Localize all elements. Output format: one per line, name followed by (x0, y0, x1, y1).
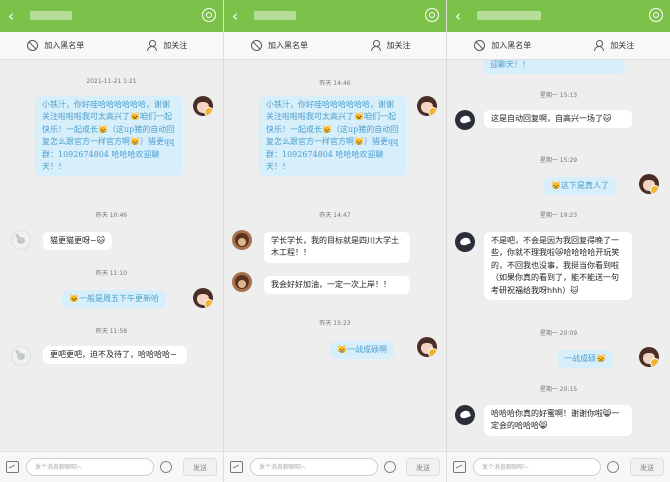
image-icon[interactable] (453, 461, 466, 473)
smile-icon[interactable] (384, 461, 396, 473)
message-bubble-outgoing: 🐱一般是周五下午更新哈 (62, 290, 166, 309)
follow-label: 加关注 (386, 41, 411, 50)
follow-button[interactable]: 加关注 (112, 40, 224, 51)
input-bar: 发个消息聊聊呗~ 发送 (447, 451, 670, 482)
message-bubble-outgoing-partial: 迎聊天！！ (483, 60, 625, 75)
timestamp: 昨天 15:23 (319, 320, 351, 327)
back-arrow-icon[interactable]: ‹ (232, 6, 238, 26)
blacklist-button[interactable]: 加入黑名单 (224, 40, 335, 51)
message-bubble-incoming: 学长学长，我的目标就是四川大学土木工程！！ (264, 232, 410, 263)
chat-screen-2: ‹ 加入黑名单 加关注 昨天 14:46 小铁汁，你好哇哈哈哈哈哈哈，谢谢关注啦… (223, 0, 446, 482)
timestamp: 星期一 15:29 (539, 157, 578, 164)
send-button[interactable]: 发送 (406, 458, 440, 476)
message-bubble-incoming: 更吧更吧，迫不及待了，哈哈哈哈~ (43, 346, 187, 365)
avatar-other[interactable] (455, 110, 475, 130)
chat-title-blurred (254, 11, 296, 20)
message-bubble-outgoing: 一战成硕😸 (557, 350, 613, 369)
chat-screen-1: ‹ 加入黑名单 加关注 2021-11-21 1:21 小铁汁，你好哇哈哈哈哈哈… (0, 0, 223, 482)
timestamp: 昨天 10:46 (95, 212, 128, 219)
gear-icon[interactable] (425, 8, 439, 22)
message-input[interactable]: 发个消息聊聊呗~ (250, 458, 378, 476)
avatar-self[interactable] (193, 96, 213, 116)
avatar-other[interactable] (455, 232, 475, 252)
message-bubble-outgoing: 😸这下是真人了 (544, 177, 616, 196)
avatar-self[interactable] (417, 337, 437, 357)
image-icon[interactable] (6, 461, 19, 473)
blacklist-label: 加入黑名单 (491, 41, 532, 50)
avatar-other[interactable] (11, 230, 31, 250)
add-user-icon (147, 40, 158, 51)
message-bubble-incoming: 猫更猫更呀~🐱 (43, 232, 113, 251)
chat-title-blurred (30, 11, 72, 20)
timestamp: 2021-11-21 1:21 (86, 78, 137, 85)
avatar-self[interactable] (639, 174, 659, 194)
message-bubble-outgoing: 😸一战成硕啊 (330, 341, 394, 360)
smile-icon[interactable] (160, 461, 172, 473)
timestamp: 星期一 20:09 (539, 330, 578, 337)
timestamp: 星期一 20:15 (539, 386, 578, 393)
back-arrow-icon[interactable]: ‹ (455, 6, 461, 26)
message-bubble-incoming: 这是自动回复啊，自高兴一场了🐱 (484, 110, 632, 129)
input-bar: 发个消息聊聊呗~ 发送 (0, 451, 223, 482)
smile-icon[interactable] (607, 461, 619, 473)
follow-button[interactable]: 加关注 (559, 40, 670, 51)
action-bar: 加入黑名单 加关注 (0, 32, 223, 60)
chat-screen-3: ‹ 加入黑名单 加关注 迎聊天！！ 星期一 15:13 这是自动回复啊，自高兴一… (446, 0, 670, 482)
timestamp: 昨天 14:47 (319, 212, 351, 219)
blacklist-button[interactable]: 加入黑名单 (447, 40, 559, 51)
blacklist-button[interactable]: 加入黑名单 (0, 40, 112, 51)
message-bubble-incoming: 我会好好加油，一定一次上岸！！ (264, 276, 410, 295)
blacklist-label: 加入黑名单 (44, 41, 85, 50)
ban-icon (27, 40, 39, 51)
timestamp: 星期一 15:13 (539, 92, 578, 99)
timestamp: 昨天 11:10 (95, 270, 128, 277)
avatar-self[interactable] (193, 288, 213, 308)
message-bubble-outgoing: 小铁汁，你好哇哈哈哈哈哈哈，谢谢关注啦啦啦我可太高兴了🐱咱们一起快乐！一起成长😸… (35, 96, 183, 177)
avatar-other[interactable] (455, 405, 475, 425)
header-bar: ‹ (447, 0, 670, 32)
timestamp: 昨天 14:46 (319, 80, 351, 87)
message-bubble-incoming: 哈哈哈你真的好蜜啊！谢谢你啦😸一定会的哈哈哈😸 (484, 405, 632, 436)
follow-button[interactable]: 加关注 (335, 40, 446, 51)
follow-label: 加关注 (163, 41, 188, 50)
image-icon[interactable] (230, 461, 243, 473)
header-bar: ‹ (224, 0, 446, 32)
message-bubble-incoming: 不是吧，不会是因为我回复得晚了一些，你就不理我啦😿哈哈哈哈开玩笑的，不回我也没事… (484, 232, 632, 301)
gear-icon[interactable] (649, 8, 663, 22)
ban-icon (474, 40, 486, 51)
ban-icon (251, 40, 262, 51)
message-input[interactable]: 发个消息聊聊呗~ (26, 458, 154, 476)
header-bar: ‹ (0, 0, 223, 32)
blacklist-label: 加入黑名单 (268, 41, 308, 50)
follow-label: 加关注 (610, 41, 635, 50)
chat-title-blurred (477, 11, 541, 20)
action-bar: 加入黑名单 加关注 (447, 32, 670, 60)
message-input[interactable]: 发个消息聊聊呗~ (473, 458, 601, 476)
timestamp: 星期一 19:23 (539, 212, 578, 219)
avatar-other[interactable] (11, 346, 31, 366)
add-user-icon (370, 40, 381, 51)
message-bubble-outgoing: 小铁汁，你好哇哈哈哈哈哈哈，谢谢关注啦啦啦我可太高兴了🐱咱们一起快乐！一起成长😸… (259, 96, 407, 177)
avatar-self[interactable] (417, 96, 437, 116)
send-button[interactable]: 发送 (630, 458, 664, 476)
timestamp: 昨天 11:58 (95, 328, 128, 335)
avatar-self[interactable] (639, 347, 659, 367)
back-arrow-icon[interactable]: ‹ (8, 6, 14, 26)
message-list[interactable]: 迎聊天！！ 星期一 15:13 这是自动回复啊，自高兴一场了🐱 星期一 15:2… (447, 60, 670, 452)
message-list[interactable]: 2021-11-21 1:21 小铁汁，你好哇哈哈哈哈哈哈，谢谢关注啦啦啦我可太… (0, 60, 223, 452)
message-list[interactable]: 昨天 14:46 小铁汁，你好哇哈哈哈哈哈哈，谢谢关注啦啦啦我可太高兴了🐱咱们一… (224, 60, 446, 452)
avatar-other[interactable] (232, 272, 252, 292)
add-user-icon (594, 40, 605, 51)
input-bar: 发个消息聊聊呗~ 发送 (224, 451, 446, 482)
send-button[interactable]: 发送 (183, 458, 217, 476)
action-bar: 加入黑名单 加关注 (224, 32, 446, 60)
avatar-other[interactable] (232, 230, 252, 250)
gear-icon[interactable] (202, 8, 216, 22)
